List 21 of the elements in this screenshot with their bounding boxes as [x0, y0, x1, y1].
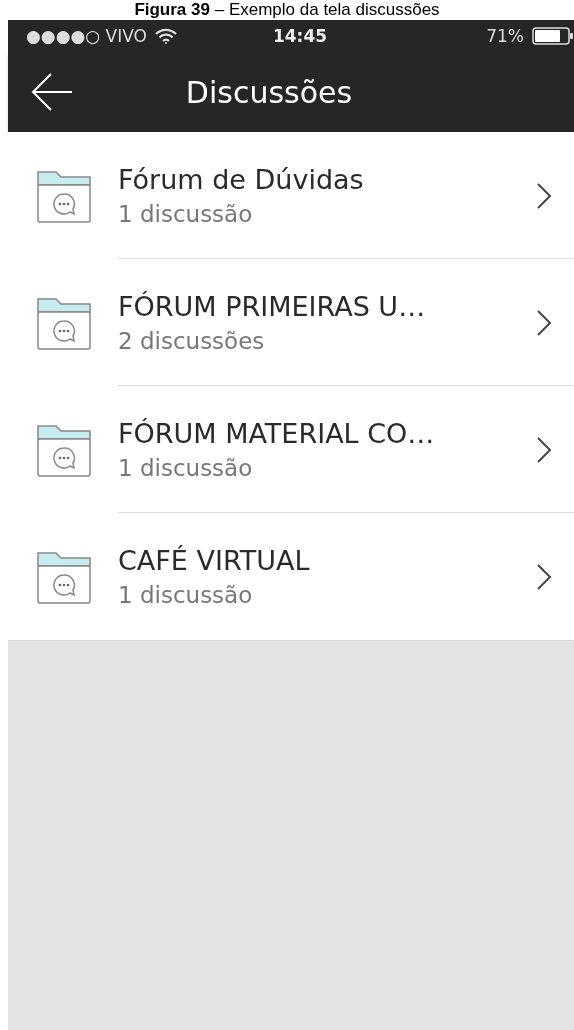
- chevron-right-icon[interactable]: [536, 181, 552, 210]
- chevron-right-icon[interactable]: [536, 562, 552, 591]
- back-button[interactable]: [30, 72, 74, 112]
- battery-icon: [532, 27, 574, 45]
- screen-title: Discussões: [184, 74, 354, 110]
- forum-title[interactable]: CAFÉ VIRTUAL: [118, 545, 574, 576]
- discussion-count: 1 discussão: [118, 582, 254, 608]
- carrier-label: ●●●●○ VIVO: [26, 26, 147, 46]
- back-arrow-icon: [30, 72, 74, 112]
- discussion-count: 1 discussão: [118, 200, 254, 227]
- figure-caption: Figura 39 – Exemplo da tela discussões: [134, 0, 440, 19]
- wifi-icon: [154, 28, 177, 44]
- discussion-count: 1 discussão: [118, 454, 254, 481]
- forum-title[interactable]: FÓRUM PRIMEIRAS U…: [118, 290, 574, 322]
- discussion-count: 2 discussões: [118, 327, 266, 354]
- chevron-right-icon[interactable]: [536, 435, 552, 464]
- clock-time: 14:45: [272, 26, 328, 46]
- battery-percent: 71%: [486, 26, 524, 46]
- chevron-right-icon[interactable]: [536, 308, 552, 337]
- forum-title[interactable]: Fórum de Dúvidas: [118, 163, 574, 195]
- forum-title[interactable]: FÓRUM MATERIAL CO…: [118, 417, 574, 449]
